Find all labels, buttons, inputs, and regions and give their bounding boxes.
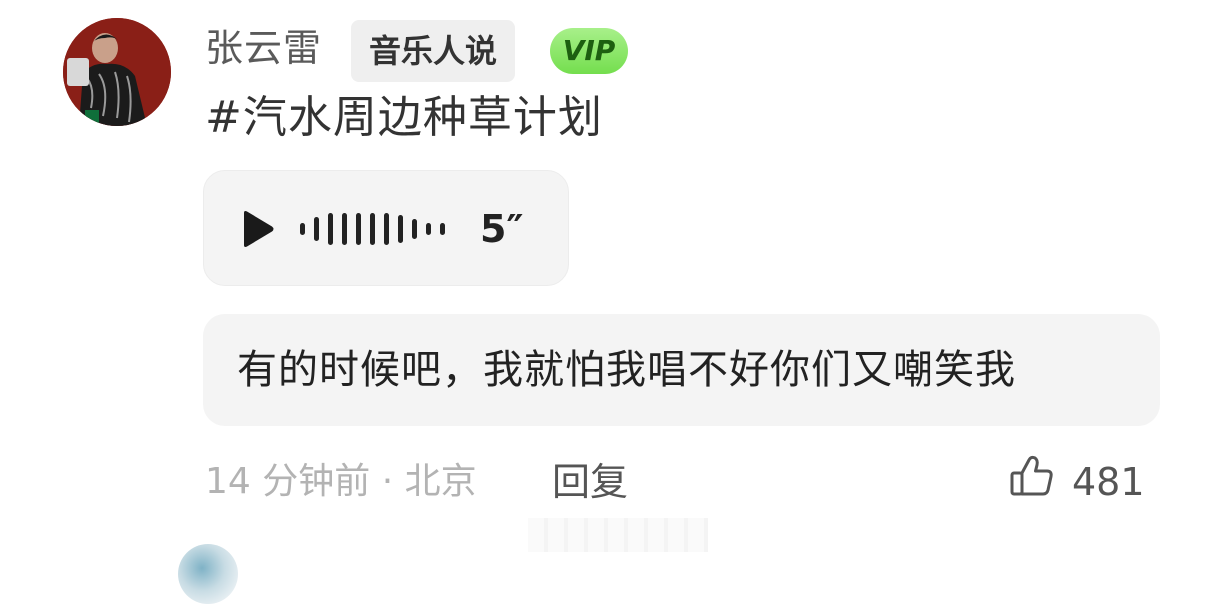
play-icon[interactable] <box>240 209 276 249</box>
comment-location: 北京 <box>404 461 477 502</box>
user-avatar[interactable] <box>63 18 171 126</box>
comment-text: 有的时候吧，我就怕我唱不好你们又嘲笑我 <box>237 347 1016 393</box>
next-comment-avatar[interactable] <box>178 544 238 604</box>
voice-duration: 5″ <box>480 207 524 251</box>
comment-time: 14 分钟前 <box>205 461 371 502</box>
voice-message[interactable]: 5″ <box>203 170 569 286</box>
reply-button[interactable]: 回复 <box>552 456 628 508</box>
comment-bubble: 有的时候吧，我就怕我唱不好你们又嘲笑我 <box>203 314 1160 426</box>
comment-meta: 14 分钟前 · 北京 <box>205 456 477 508</box>
music-tag-badge[interactable]: 音乐人说 <box>351 20 516 82</box>
topic-hashtag[interactable]: #汽水周边种草计划 <box>205 88 603 148</box>
waveform-icon <box>300 213 445 245</box>
meta-separator: · <box>381 461 405 502</box>
like-count: 481 <box>1072 460 1145 504</box>
blurred-watermark <box>528 518 708 552</box>
vip-badge: VIP <box>550 28 628 74</box>
thumbs-up-icon[interactable] <box>1008 452 1056 500</box>
username[interactable]: 张云雷 <box>205 22 322 74</box>
